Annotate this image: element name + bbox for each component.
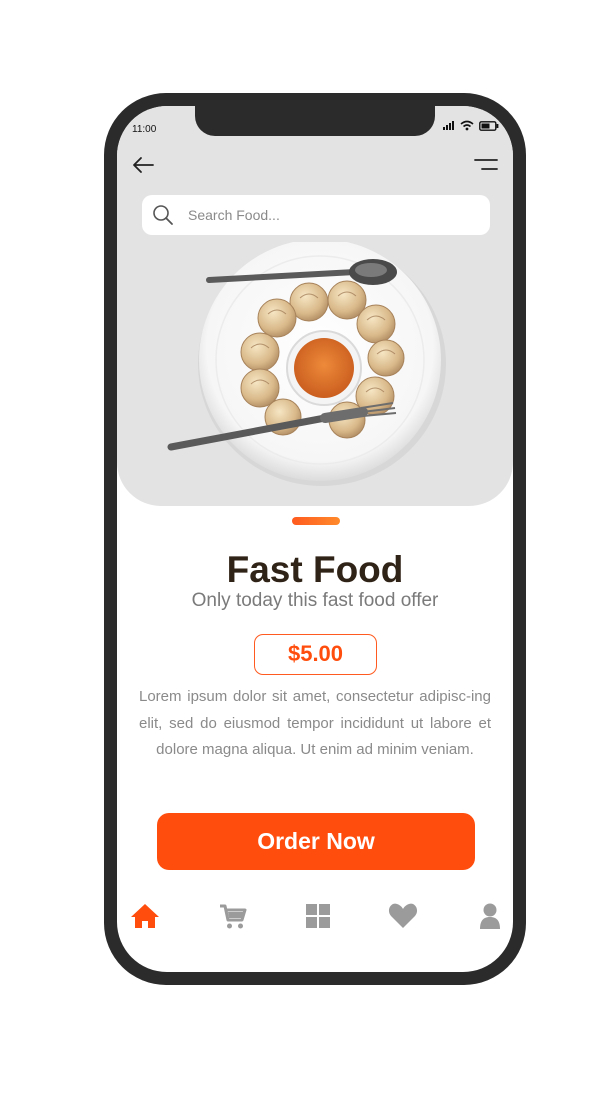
app-screen: 11:00 Search Food... Fast Food Only toda… <box>117 106 513 972</box>
carousel-indicator <box>292 517 340 525</box>
back-arrow-icon[interactable] <box>131 154 155 176</box>
menu-icon[interactable] <box>473 154 499 176</box>
user-icon[interactable] <box>474 901 506 931</box>
grid-icon[interactable] <box>302 901 334 931</box>
heart-icon[interactable] <box>387 901 419 931</box>
food-image <box>167 242 446 486</box>
product-description: Lorem ipsum dolor sit amet, consectetur … <box>139 688 491 758</box>
wifi-icon <box>460 120 474 131</box>
signal-icon <box>443 121 454 130</box>
battery-icon <box>479 120 499 131</box>
hero-section: 11:00 <box>117 106 513 506</box>
product-subtitle: Only today this fast food offer <box>191 590 439 611</box>
phone-notch <box>195 106 435 136</box>
search-bar <box>142 195 490 235</box>
search-icon <box>153 205 173 225</box>
order-now-button[interactable]: Order Now <box>157 813 475 870</box>
cart-icon[interactable] <box>217 901 249 931</box>
status-time: 11:00 <box>132 124 157 135</box>
phone-frame: 11:00 Search Food... Fast Food Only toda… <box>104 93 526 985</box>
product-title: Fast Food <box>226 549 404 590</box>
home-icon[interactable] <box>129 901 161 931</box>
price-tag: $5.00 <box>254 634 377 675</box>
search-input[interactable] <box>188 207 468 223</box>
status-icons <box>443 120 499 131</box>
